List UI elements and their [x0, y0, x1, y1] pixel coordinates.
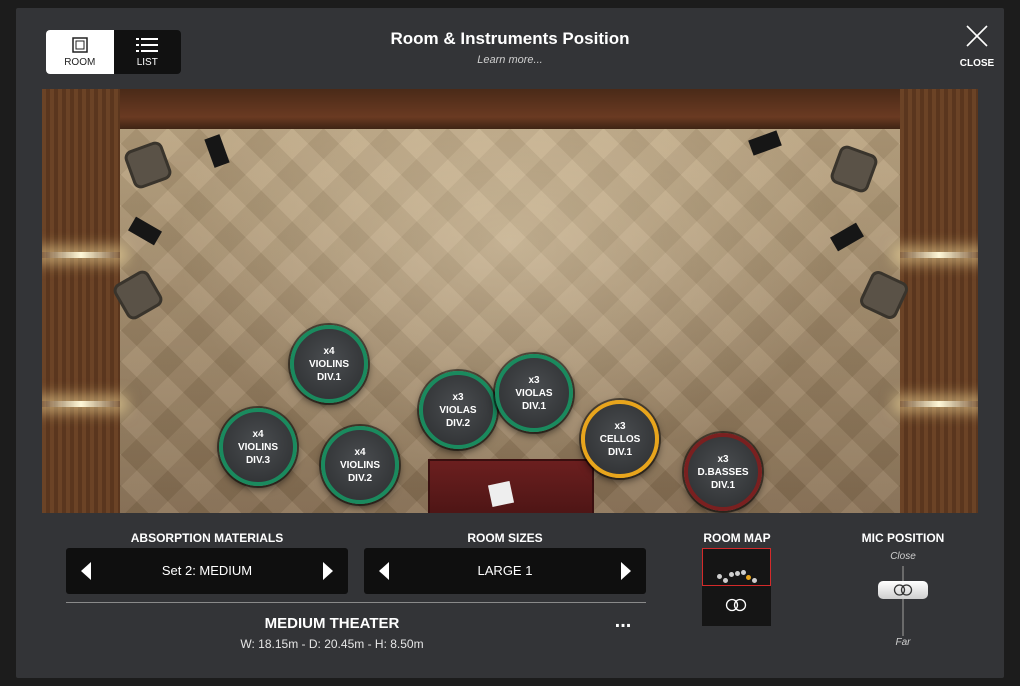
absorption-selector: Set 2: MEDIUM — [66, 548, 348, 594]
instrument-division: DIV.3 — [245, 454, 271, 466]
wall-light — [900, 252, 978, 258]
mic-close-label: Close — [890, 551, 916, 562]
mic-position-label: MIC POSITION — [861, 531, 945, 545]
map-instrument-dot — [746, 575, 751, 580]
stereo-mic-icon — [893, 584, 913, 596]
instrument-name: CELLOS — [599, 433, 641, 445]
close-button[interactable]: CLOSE — [952, 24, 1002, 80]
map-instrument-dot — [741, 570, 746, 575]
room-size-value: LARGE 1 — [477, 563, 533, 578]
instrument-name: VIOLAS — [439, 404, 477, 416]
room-view: x4 VIOLINS DIV.1 x4 VIOLINS DIV.3 x4 VIO… — [42, 89, 978, 513]
absorption-label: ABSORPTION MATERIALS — [130, 531, 284, 545]
map-instrument-dot — [717, 574, 722, 579]
instrument-count: x3 — [528, 374, 540, 386]
instrument-violins-div2[interactable]: x4 VIOLINS DIV.2 — [321, 426, 399, 504]
instrument-count: x3 — [452, 391, 464, 403]
map-instrument-dot — [729, 572, 734, 577]
instrument-division: DIV.1 — [316, 371, 342, 383]
instrument-violas-div2[interactable]: x3 VIOLAS DIV.2 — [419, 371, 497, 449]
absorption-next-button[interactable] — [308, 548, 348, 594]
instrument-count: x4 — [323, 345, 335, 357]
instrument-division: DIV.1 — [521, 400, 547, 412]
instrument-violins-div3[interactable]: x4 VIOLINS DIV.3 — [219, 408, 297, 486]
map-instrument-dot — [735, 571, 740, 576]
arrow-right-icon — [323, 562, 333, 580]
instrument-division: DIV.1 — [710, 479, 736, 491]
absorption-value: Set 2: MEDIUM — [161, 563, 253, 578]
instrument-name: VIOLAS — [515, 387, 553, 399]
instrument-name: VIOLINS — [339, 459, 380, 471]
learn-more-link[interactable]: Learn more... — [0, 54, 1020, 66]
close-x-icon — [966, 25, 988, 47]
stereo-mic-icon — [725, 598, 747, 612]
instrument-violins-div1[interactable]: x4 VIOLINS DIV.1 — [290, 325, 368, 403]
instrument-count: x3 — [614, 420, 626, 432]
instrument-violas-div1[interactable]: x3 VIOLAS DIV.1 — [495, 354, 573, 432]
arrow-left-icon — [379, 562, 389, 580]
close-label: CLOSE — [959, 58, 995, 69]
instrument-cellos-div1[interactable]: x3 CELLOS DIV.1 — [581, 400, 659, 478]
room-back-wall — [42, 89, 978, 129]
wall-light — [42, 252, 120, 258]
instrument-division: DIV.1 — [607, 446, 633, 458]
divider — [66, 602, 646, 603]
conductor-podium — [428, 459, 594, 513]
instrument-name: VIOLINS — [308, 358, 349, 370]
instrument-division: DIV.2 — [445, 417, 471, 429]
arrow-left-icon — [81, 562, 91, 580]
room-map-label: ROOM MAP — [703, 531, 771, 545]
page-title: Room & Instruments Position — [390, 29, 630, 48]
score-sheet — [487, 480, 515, 508]
room-left-wall — [42, 89, 120, 513]
instrument-count: x4 — [252, 428, 264, 440]
wall-light — [42, 401, 120, 407]
mic-position-handle[interactable] — [878, 581, 928, 599]
arrow-right-icon — [621, 562, 631, 580]
instrument-name: VIOLINS — [237, 441, 278, 453]
room-size-next-button[interactable] — [606, 548, 646, 594]
instrument-count: x3 — [717, 453, 729, 465]
room-sizes-selector: LARGE 1 — [364, 548, 646, 594]
instrument-dbasses-div1[interactable]: x3 D.BASSES DIV.1 — [684, 433, 762, 511]
room-dimensions: W: 18.15m - D: 20.45m - H: 8.50m — [240, 637, 424, 651]
room-map — [702, 548, 771, 626]
instrument-count: x4 — [354, 446, 366, 458]
room-sizes-label: ROOM SIZES — [467, 531, 543, 545]
instrument-division: DIV.2 — [347, 472, 373, 484]
wall-light — [900, 401, 978, 407]
instrument-name: D.BASSES — [697, 466, 749, 478]
mic-position-slider[interactable] — [902, 566, 904, 636]
mic-far-label: Far — [895, 637, 911, 648]
room-name: MEDIUM THEATER — [264, 615, 400, 632]
room-map-stage[interactable] — [702, 548, 771, 586]
map-instrument-dot — [723, 578, 728, 583]
map-instrument-dot — [752, 578, 757, 583]
more-options-button[interactable]: ... — [610, 611, 636, 636]
room-size-prev-button[interactable] — [364, 548, 404, 594]
room-right-wall — [900, 89, 978, 513]
absorption-prev-button[interactable] — [66, 548, 106, 594]
